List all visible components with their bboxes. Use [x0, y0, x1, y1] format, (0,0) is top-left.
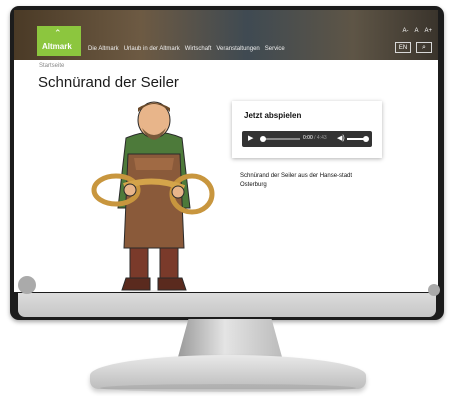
audio-card: Jetzt abspielen ▶ 0:00 / 4:43 ◀) — [232, 101, 382, 158]
scroll-indicator-left — [18, 276, 36, 294]
scroll-indicator-right — [428, 284, 440, 296]
monitor-stand-neck — [178, 319, 282, 357]
stand-shadow — [100, 384, 356, 392]
font-size-increase[interactable]: A+ — [424, 28, 432, 34]
nav-item-die-altmark[interactable]: Die Altmark — [88, 46, 119, 52]
audio-description: Schnürand der Seiler aus der Hanse-stadt… — [240, 173, 353, 188]
site-header: ⌃ Altmark Die Altmark Urlaub in der Altm… — [14, 10, 438, 60]
language-button[interactable]: EN — [395, 42, 411, 53]
rope-maker-illustration — [91, 101, 215, 292]
logo-arrow-icon: ⌃ — [54, 28, 62, 38]
logo-text: Altmark — [42, 42, 72, 51]
nav-item-service[interactable]: Service — [265, 46, 285, 52]
nav-item-urlaub[interactable]: Urlaub in der Altmark — [124, 46, 180, 52]
font-size-decrease[interactable]: A- — [402, 28, 408, 34]
main-nav: Die Altmark Urlaub in der Altmark Wirtsc… — [88, 46, 285, 52]
audio-player: ▶ 0:00 / 4:43 ◀) — [242, 131, 372, 147]
nav-item-veranstaltungen[interactable]: Veranstaltungen — [216, 46, 259, 52]
audio-heading: Jetzt abspielen — [244, 111, 302, 120]
monitor-bezel — [18, 293, 436, 317]
page-title: Schnürand der Seiler — [38, 74, 179, 91]
progress-track[interactable] — [262, 138, 300, 140]
search-icon: ⌕ — [422, 44, 426, 51]
time-display: 0:00 / 4:43 — [303, 135, 327, 141]
play-icon[interactable]: ▶ — [248, 135, 253, 143]
duration: / 4:43 — [314, 135, 327, 141]
font-size-controls: A- A A+ — [402, 28, 432, 34]
current-time: 0:00 — [303, 135, 313, 141]
font-size-default[interactable]: A — [414, 28, 418, 34]
altmark-logo[interactable]: ⌃ Altmark — [37, 26, 81, 56]
nav-item-wirtschaft[interactable]: Wirtschaft — [185, 46, 212, 52]
progress-knob[interactable] — [260, 136, 266, 142]
volume-icon[interactable]: ◀) — [337, 134, 345, 142]
browser-viewport: ⌃ Altmark Die Altmark Urlaub in der Altm… — [14, 10, 438, 292]
breadcrumb[interactable]: Startseite — [39, 63, 64, 69]
search-button[interactable]: ⌕ — [416, 42, 432, 53]
volume-knob[interactable] — [363, 136, 369, 142]
